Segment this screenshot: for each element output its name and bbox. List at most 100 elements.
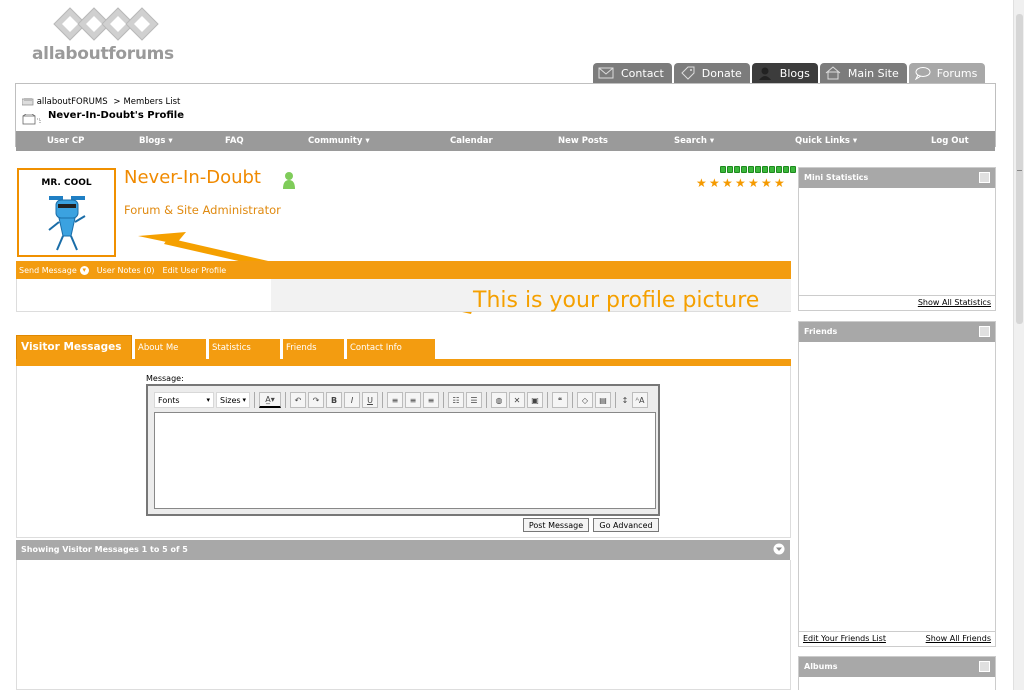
forums-icon xyxy=(21,97,34,106)
go-advanced-button[interactable]: Go Advanced xyxy=(593,518,659,532)
reputation-segment xyxy=(790,166,796,173)
post-message-button[interactable]: Post Message xyxy=(523,518,589,532)
tab-main-site[interactable]: Main Site xyxy=(819,63,907,83)
code-button[interactable]: ◇ xyxy=(577,392,593,408)
albums-header: Albums xyxy=(799,657,995,677)
star-icon: ★ xyxy=(735,176,746,190)
tab-donate[interactable]: Donate xyxy=(673,63,750,83)
edit-friends-list-link[interactable]: Edit Your Friends List xyxy=(803,634,886,643)
reputation-segment xyxy=(734,166,740,173)
breadcrumb-members-list[interactable]: Members List xyxy=(123,97,180,107)
nav-bar: User CP Blogs ▾ FAQ Community ▾ Calendar… xyxy=(16,131,995,151)
font-select-value: Fonts xyxy=(158,395,180,405)
nav-faq[interactable]: FAQ xyxy=(225,136,244,146)
show-all-friends-link[interactable]: Show All Friends xyxy=(926,634,991,643)
tab-visitor-messages[interactable]: Visitor Messages xyxy=(16,335,132,360)
nav-search[interactable]: Search ▾ xyxy=(674,136,714,146)
nav-search-label: Search xyxy=(674,136,707,146)
vertical-scrollbar[interactable] xyxy=(1013,0,1024,690)
tab-about-me[interactable]: About Me xyxy=(135,339,207,360)
code-icon: ◇ xyxy=(581,395,589,405)
nav-community[interactable]: Community ▾ xyxy=(308,136,370,146)
logo-diamonds-icon xyxy=(53,7,159,41)
annotation-text: This is your profile picture xyxy=(473,288,760,313)
tab-forums[interactable]: Forums xyxy=(908,63,986,83)
quote-button[interactable]: ❝ xyxy=(552,392,568,408)
tab-contact[interactable]: Contact xyxy=(593,63,672,83)
editor-toolbar: Fonts ▾ Sizes ▾ A̲▾ ↶ ↷ B I U ≡ ≡ ≡ ☷ ☰ ◍ … xyxy=(154,390,654,410)
size-select-value: Sizes xyxy=(220,395,241,405)
underline-button[interactable]: U xyxy=(362,392,378,408)
align-right-button[interactable]: ≡ xyxy=(423,392,439,408)
chevron-down-icon: ▾ xyxy=(206,396,210,404)
friends-box: Friends Edit Your Friends List Show All … xyxy=(798,321,996,647)
align-left-button[interactable]: ≡ xyxy=(387,392,403,408)
document-icon: ▤ xyxy=(599,395,607,405)
align-center-button[interactable]: ≡ xyxy=(405,392,421,408)
nav-community-label: Community xyxy=(308,136,363,146)
avatar[interactable]: MR. COOL xyxy=(17,168,116,257)
username: Never-In-Doubt xyxy=(124,167,261,188)
reputation-segment xyxy=(720,166,726,173)
envelope-icon xyxy=(598,67,614,79)
site-logo[interactable]: allaboutforums xyxy=(32,6,174,64)
insert-image-button[interactable]: ▣ xyxy=(527,392,543,408)
tab-friends[interactable]: Friends xyxy=(283,339,345,360)
undo-button[interactable]: ↶ xyxy=(290,392,306,408)
breadcrumb-root[interactable]: allaboutFORUMS xyxy=(37,97,108,107)
resize-arrows-icon[interactable]: ↕ xyxy=(620,392,630,408)
send-message-button[interactable]: Send Message ▾ xyxy=(19,265,89,275)
align-right-icon: ≡ xyxy=(427,395,435,405)
nav-calendar[interactable]: Calendar xyxy=(450,136,493,146)
nav-log-out[interactable]: Log Out xyxy=(931,136,969,146)
tab-contact-info[interactable]: Contact Info xyxy=(347,339,436,360)
collapse-icon[interactable] xyxy=(979,172,990,183)
collapse-icon[interactable] xyxy=(979,326,990,337)
reputation-segment xyxy=(762,166,768,173)
remove-link-button[interactable]: ✕ xyxy=(509,392,525,408)
text-color-button[interactable]: A̲▾ xyxy=(259,392,281,408)
star-icon: ★ xyxy=(722,176,733,190)
top-tabs: Contact Donate Blogs Main Site Forums xyxy=(593,63,987,83)
mini-statistics-header: Mini Statistics xyxy=(799,168,995,188)
edit-profile-link[interactable]: Edit User Profile xyxy=(163,266,227,275)
collapse-icon[interactable] xyxy=(979,661,990,672)
message-textarea[interactable] xyxy=(154,412,656,509)
profile-action-bar: Send Message ▾ User Notes (0) Edit User … xyxy=(16,261,791,279)
nav-user-cp[interactable]: User CP xyxy=(47,136,84,146)
rating-stars: ★ ★ ★ ★ ★ ★ ★ xyxy=(696,177,786,189)
collapse-circle-icon[interactable] xyxy=(773,543,785,555)
nav-quick-links[interactable]: Quick Links ▾ xyxy=(795,136,857,146)
font-select[interactable]: Fonts ▾ xyxy=(154,392,214,408)
tab-forums-label: Forums xyxy=(936,66,978,80)
tab-donate-label: Donate xyxy=(701,66,742,80)
switch-mode-button[interactable]: ▤ xyxy=(595,392,611,408)
nav-blogs[interactable]: Blogs ▾ xyxy=(139,136,173,146)
tab-blogs[interactable]: Blogs xyxy=(751,63,818,83)
tab-statistics[interactable]: Statistics xyxy=(209,339,281,360)
breadcrumb-separator: > xyxy=(113,97,121,107)
chevron-down-icon: ▾ xyxy=(852,136,858,146)
nav-new-posts[interactable]: New Posts xyxy=(558,136,608,146)
chevron-down-icon: ▾ xyxy=(365,136,370,146)
reputation-segment xyxy=(748,166,754,173)
quote-icon: ❝ xyxy=(557,395,563,405)
show-all-statistics-link[interactable]: Show All Statistics xyxy=(918,298,991,307)
chevron-down-icon: ▾ xyxy=(168,136,173,146)
chevron-down-icon: ▾ xyxy=(709,136,715,146)
person-icon xyxy=(758,67,771,80)
image-icon: ▣ xyxy=(531,395,539,405)
insert-link-button[interactable]: ◍ xyxy=(491,392,507,408)
bold-button[interactable]: B xyxy=(326,392,342,408)
page-title: Never-In-Doubt's Profile xyxy=(48,110,185,121)
font-size-toggle-button[interactable]: ᴬA xyxy=(632,392,648,408)
tab-blogs-label: Blogs xyxy=(779,66,810,80)
reputation-segment xyxy=(741,166,747,173)
ordered-list-button[interactable]: ☷ xyxy=(448,392,464,408)
friends-title: Friends xyxy=(804,327,838,336)
italic-button[interactable]: I xyxy=(344,392,360,408)
user-notes-link[interactable]: User Notes (0) xyxy=(97,266,155,275)
size-select[interactable]: Sizes ▾ xyxy=(216,392,250,408)
unordered-list-button[interactable]: ☰ xyxy=(466,392,482,408)
redo-button[interactable]: ↷ xyxy=(308,392,324,408)
